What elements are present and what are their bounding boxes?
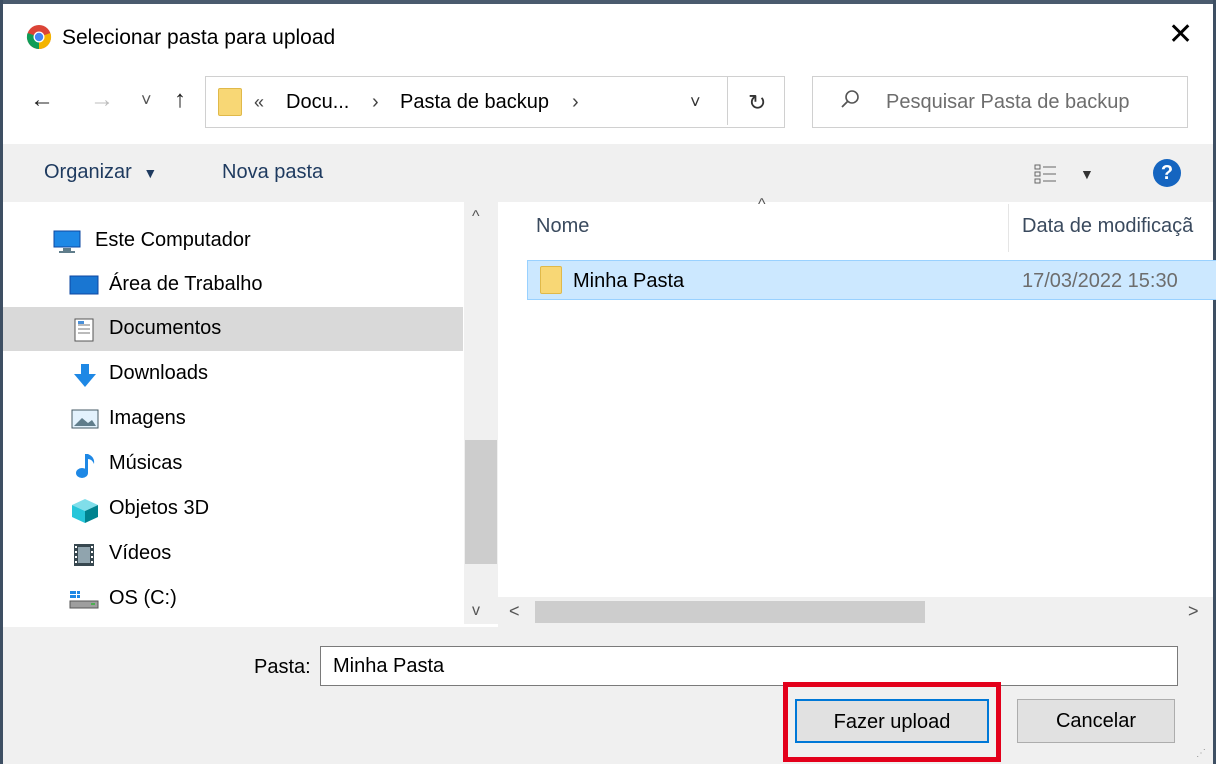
address-dropdown-button[interactable]: ˅ [690,92,701,113]
scroll-down-arrow-icon[interactable]: v [472,602,480,620]
caret-down-icon: ▼ [143,165,158,181]
sidebar-item-este-computador[interactable]: Este Computador [3,219,463,263]
sidebar-item-musicas[interactable]: Músicas [3,442,463,486]
command-bar [3,144,1213,202]
back-button[interactable]: ← [30,86,54,114]
videos-icon [73,543,99,566]
sidebar-item-label: Imagens [109,407,186,429]
search-placeholder: Pesquisar Pasta de backup [886,91,1130,113]
breadcrumb-overflow[interactable]: « [254,92,264,113]
folder-name-input[interactable]: Minha Pasta [320,646,1178,686]
sidebar-item-label: Vídeos [109,542,172,564]
sidebar-item-label: Documentos [109,317,222,339]
sidebar-item-objetos-3d[interactable]: Objetos 3D [3,487,463,531]
dialog-title: Selecionar pasta para upload [62,26,336,49]
scroll-up-arrow-icon[interactable]: ^ [472,208,480,226]
pictures-icon [71,408,99,430]
folder-icon [218,88,242,116]
sidebar-item-downloads[interactable]: Downloads [3,352,463,396]
scroll-right-arrow-icon[interactable]: > [1188,601,1199,622]
folder-icon [540,266,562,294]
documents-icon [74,318,100,342]
desktop-icon [69,274,99,296]
new-folder-button[interactable]: Nova pasta [222,161,323,184]
sidebar-item-videos[interactable]: Vídeos [3,532,463,576]
resize-grip-icon[interactable]: ⋰ [1196,748,1206,759]
sidebar-item-label: Músicas [109,452,183,474]
sort-indicator-icon: ^ [758,196,766,213]
breadcrumb-separator[interactable]: › [372,91,379,114]
list-scroll-thumb[interactable] [535,601,925,623]
row-name: Minha Pasta [573,270,685,292]
sidebar-item-label: OS (C:) [109,587,177,609]
sidebar-item-label: Área de Trabalho [109,273,263,295]
objects3d-icon [71,498,98,523]
cancel-button[interactable]: Cancelar [1017,699,1175,743]
address-divider [727,77,728,125]
recent-locations-button[interactable]: ˅ [141,90,152,111]
chrome-icon [26,24,52,50]
refresh-button[interactable]: ↻ [748,90,766,116]
column-divider [1008,204,1009,252]
search-icon [838,88,862,118]
navigation-pane: Este Computador Área de Trabalho Documen… [3,202,498,624]
sidebar-item-label: Downloads [109,362,208,384]
sidebar-scroll-thumb[interactable] [465,440,497,564]
view-dropdown-icon[interactable]: ▼ [1080,166,1094,182]
breadcrumb-current-folder[interactable]: Pasta de backup [400,91,549,114]
view-options-icon[interactable] [1034,163,1064,191]
column-header-date-modified[interactable]: Data de modificaçã [1022,215,1193,238]
organize-label: Organizar [44,161,132,183]
help-icon[interactable]: ? [1153,159,1181,187]
column-header-name[interactable]: Nome [536,215,589,238]
scroll-left-arrow-icon[interactable]: < [509,601,520,622]
sidebar-item-imagens[interactable]: Imagens [3,397,463,441]
sidebar-item-os-c[interactable]: OS (C:) [3,577,463,621]
highlight-box [783,682,1001,762]
breadcrumb-separator-end[interactable]: › [572,91,579,114]
folder-field-label: Pasta: [254,656,311,678]
close-button[interactable]: ✕ [1168,20,1193,50]
computer-icon [53,230,81,253]
help-label: ? [1160,162,1174,184]
organize-menu[interactable]: Organizar ▼ [44,161,157,184]
up-button[interactable]: ↑ [174,86,186,114]
folder-name-value: Minha Pasta [333,655,445,677]
sidebar-item-label: Este Computador [95,229,251,251]
sidebar-item-area-de-trabalho[interactable]: Área de Trabalho [3,263,463,307]
downloads-icon [72,363,98,387]
file-dialog-window: Selecionar pasta para upload ✕ ← → ˅ ↑ «… [0,0,1216,764]
music-icon [75,453,101,478]
row-date: 17/03/2022 15:30 [1022,270,1178,292]
sidebar-item-documentos[interactable]: Documentos [3,307,463,351]
drive-icon [69,588,99,610]
sidebar-item-label: Objetos 3D [109,497,210,519]
breadcrumb-documents[interactable]: Docu... [286,91,349,114]
forward-button[interactable]: → [90,86,114,114]
